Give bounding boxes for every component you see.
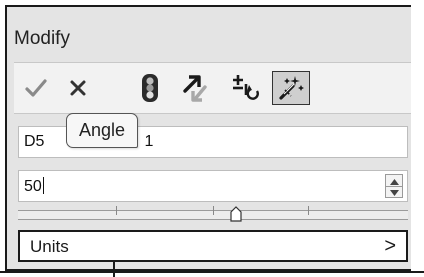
angle-tooltip: Angle [66,113,139,148]
units-label: Units [30,237,69,256]
apply-button[interactable] [18,71,54,105]
panel-title: Modify [14,28,70,49]
chevron-right-icon: > [384,235,396,257]
slider-tick [213,206,214,215]
slider-thumb[interactable] [230,206,242,222]
cancel-button[interactable] [60,71,96,105]
name-field-value-tail: 1 [144,133,154,150]
status-button[interactable] [132,71,168,105]
slider-tick [308,206,309,215]
angle-input[interactable]: 50 [18,170,408,202]
units-row[interactable]: Units > [18,230,408,262]
spin-down-button[interactable] [386,186,402,197]
traffic-light-icon [140,73,160,103]
angle-slider[interactable] [18,206,408,224]
name-field-value: D5 [24,133,45,150]
slider-tick [116,206,117,215]
bottom-tick [113,262,115,277]
move-arrows-icon [179,71,213,105]
text-caret [42,177,44,194]
toolbar [14,62,411,114]
move-button[interactable] [178,71,214,105]
plus-minus-rotate-icon [229,71,263,105]
close-icon [68,78,88,98]
triangle-down-icon [389,183,399,201]
check-icon [24,78,48,98]
wand-button[interactable] [272,71,310,105]
angle-input-value: 50 [24,178,42,195]
magic-wand-icon [276,73,306,103]
angle-spinner[interactable] [385,174,403,198]
bottom-divider [0,271,424,273]
offset-button[interactable] [228,71,264,105]
